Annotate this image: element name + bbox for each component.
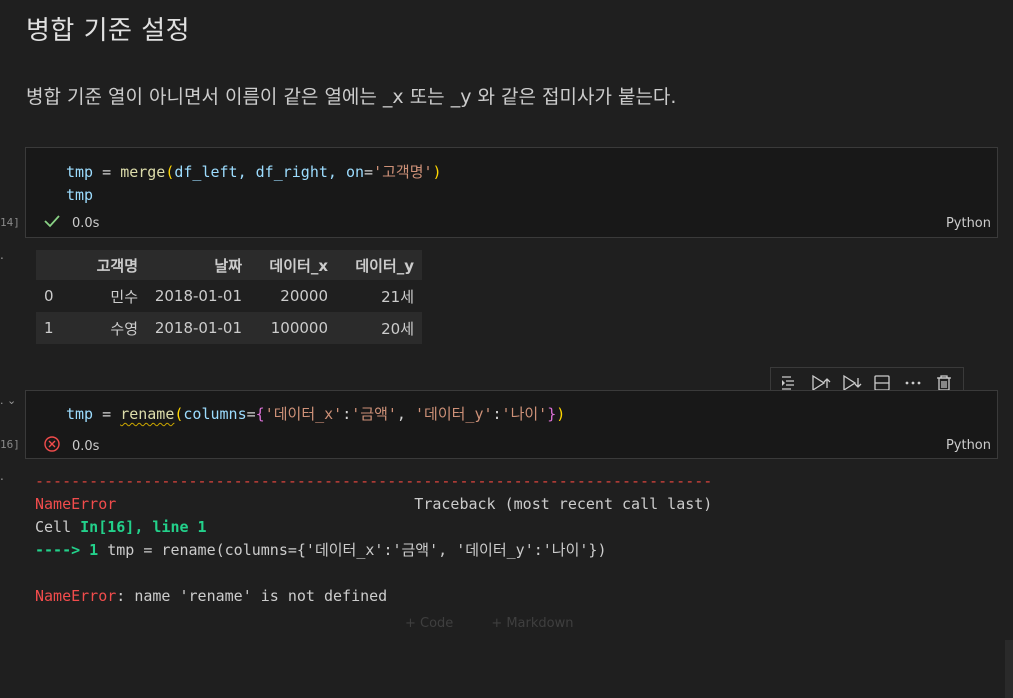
traceback-arrow: ----> 1 (35, 541, 108, 559)
table-cell: 1 (36, 312, 74, 344)
markdown-paragraph: 병합 기준 열이 아니면서 이름이 같은 열에는 _x 또는 _y 와 같은 접… (26, 86, 677, 108)
cell-language[interactable]: Python (946, 438, 991, 453)
code-cell-rename[interactable]: tmp = rename(columns={'데이터_x':'금액', '데이터… (25, 390, 998, 459)
table-row: 1 수영 2018-01-01 100000 20세 (36, 312, 422, 344)
cell-status-error: 0.0s (44, 436, 99, 456)
table-header: 날짜 (146, 250, 250, 280)
warning-squiggle: rename (120, 405, 175, 423)
traceback-output: ----------------------------------------… (35, 472, 713, 605)
error-name: NameError (35, 495, 117, 513)
markdown-heading: 병합 기준 설정 (26, 16, 191, 46)
table-cell: 100000 (250, 312, 336, 344)
table-cell: 20000 (250, 280, 336, 312)
code-cell-merge[interactable]: tmp = merge(df_left, df_right, on='고객명')… (25, 147, 998, 238)
output-menu-icon[interactable]: . (0, 248, 4, 262)
table-header-row: 고객명 날짜 데이터_x 데이터_y (36, 250, 422, 280)
cell-language[interactable]: Python (946, 216, 991, 231)
table-header: 고객명 (74, 250, 146, 280)
execution-duration: 0.0s (72, 438, 100, 454)
table-cell: 20세 (336, 312, 422, 344)
output-menu-icon[interactable]: . (0, 469, 4, 483)
table-row: 0 민수 2018-01-01 20000 21세 (36, 280, 422, 312)
cell-reference-link[interactable]: In[16], line 1 (80, 518, 206, 536)
traceback-dashes: ----------------------------------------… (35, 472, 713, 490)
table-cell: 민수 (74, 280, 146, 312)
cell-status-success: 0.0s (44, 214, 99, 232)
error-icon (44, 436, 60, 456)
table-cell: 2018-01-01 (146, 280, 250, 312)
check-icon (44, 214, 60, 232)
code-line-merge[interactable]: tmp = merge(df_left, df_right, on='고객명') (66, 161, 442, 184)
collapse-chevron-icon[interactable]: . ⌄ (0, 394, 16, 407)
dataframe-output: 고객명 날짜 데이터_x 데이터_y 0 민수 2018-01-01 20000… (36, 250, 422, 344)
code-line-rename[interactable]: tmp = rename(columns={'데이터_x':'금액', '데이터… (66, 403, 565, 426)
table-cell: 수영 (74, 312, 146, 344)
add-code-button[interactable]: + Code (405, 616, 453, 631)
table-cell: 2018-01-01 (146, 312, 250, 344)
execution-count-16: 16] (0, 438, 20, 451)
add-cell-bar: + Code + Markdown (405, 616, 573, 631)
execution-count-14: 14] (0, 216, 20, 229)
error-name: NameError (35, 587, 117, 605)
table-header (36, 250, 74, 280)
error-message: : name 'rename' is not defined (116, 587, 388, 605)
scrollbar[interactable] (1005, 640, 1013, 698)
execution-duration: 0.0s (72, 215, 100, 231)
traceback-code: tmp = rename(columns={'데이터_x':'금액', '데이터… (107, 541, 607, 559)
table-header: 데이터_x (250, 250, 336, 280)
add-markdown-button[interactable]: + Markdown (491, 616, 573, 631)
code-line-tmp[interactable]: tmp (66, 184, 93, 207)
table-header: 데이터_y (336, 250, 422, 280)
traceback-label: Traceback (most recent call last) (414, 495, 713, 513)
table-cell: 21세 (336, 280, 422, 312)
table-cell: 0 (36, 280, 74, 312)
